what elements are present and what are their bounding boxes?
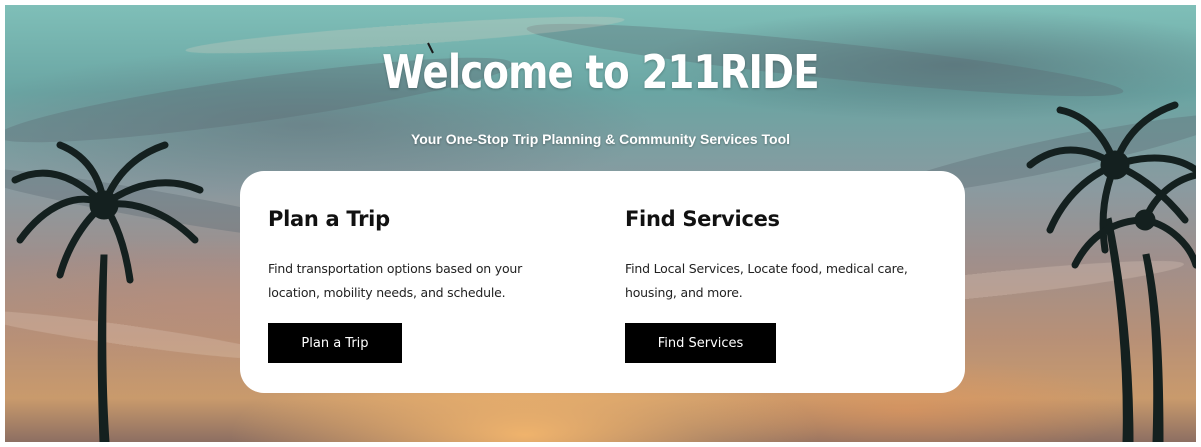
hero-banner: Welcome to 211RIDE Your One-Stop Trip Pl… xyxy=(5,5,1196,442)
page-subtitle: Your One-Stop Trip Planning & Community … xyxy=(410,131,791,147)
page-title: Welcome to 211RIDE xyxy=(382,45,820,99)
find-services-description: Find Local Services, Locate food, medica… xyxy=(625,261,908,300)
plan-trip-heading: Plan a Trip xyxy=(268,207,390,231)
find-services-button[interactable]: Find Services xyxy=(625,323,776,363)
find-services-heading: Find Services xyxy=(625,207,780,231)
find-services-section: Find Services Find Local Services, Locat… xyxy=(625,207,945,305)
plan-trip-section: Plan a Trip Find transportation options … xyxy=(268,207,588,305)
plan-trip-button[interactable]: Plan a Trip xyxy=(268,323,402,363)
options-card: Plan a Trip Find transportation options … xyxy=(240,171,965,393)
plan-trip-description: Find transportation options based on you… xyxy=(268,261,523,300)
